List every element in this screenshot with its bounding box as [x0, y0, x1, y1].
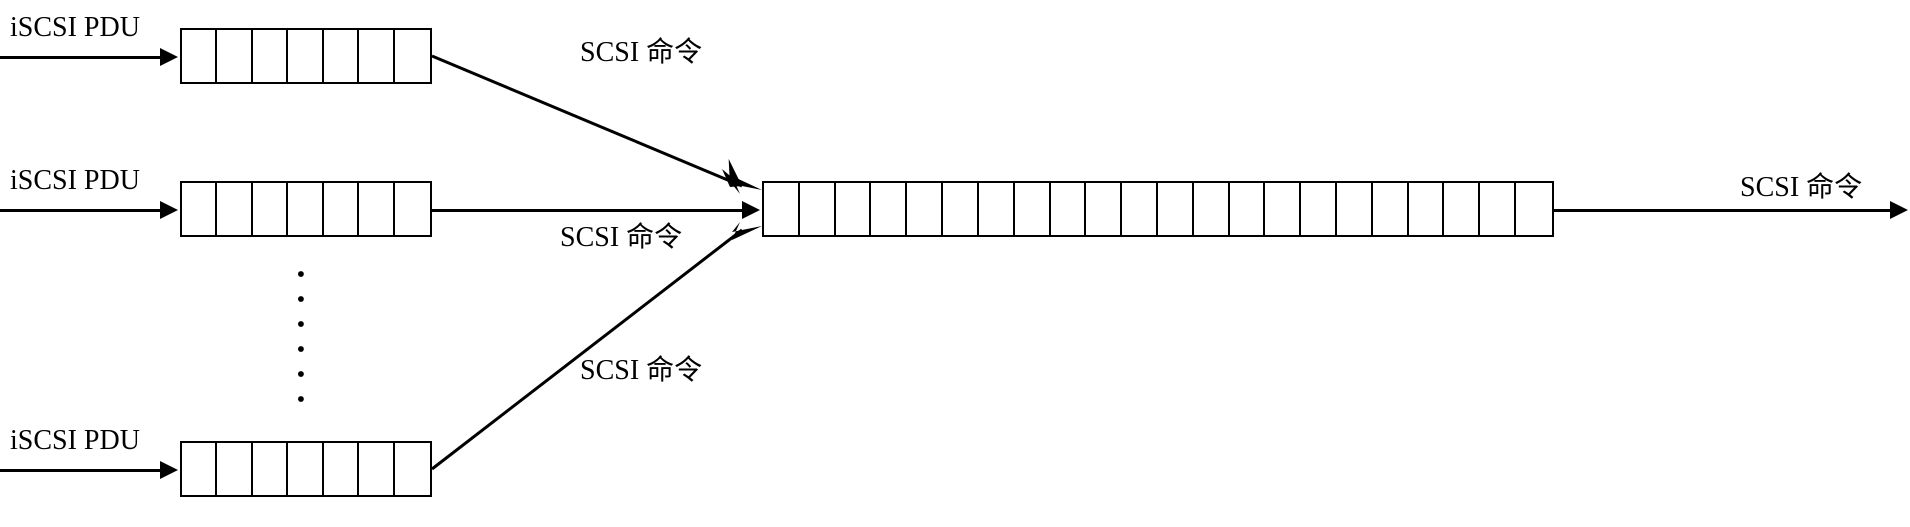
input-arrow-1-line — [0, 56, 160, 59]
queue-1 — [180, 28, 432, 84]
input-arrow-1-head — [160, 48, 178, 66]
connector-3 — [432, 220, 762, 470]
input-arrow-3-line — [0, 469, 160, 472]
input-label-1: iSCSI PDU — [10, 12, 140, 44]
input-arrow-2-line — [0, 209, 160, 212]
connector-3-head — [732, 210, 762, 240]
large-queue — [762, 181, 1554, 237]
output-arrow-line — [1554, 209, 1890, 212]
input-label-3: iSCSI PDU — [10, 425, 140, 457]
connector-2-line — [432, 209, 742, 212]
input-arrow-2-head — [160, 201, 178, 219]
output-label: SCSI 命令 — [1740, 165, 1862, 205]
queue-2 — [180, 181, 432, 237]
connector-1 — [432, 56, 762, 206]
input-label-2: iSCSI PDU — [10, 165, 140, 197]
queue-3 — [180, 441, 432, 497]
output-arrow-head — [1890, 201, 1908, 219]
ellipsis-dots: · · · · · · — [296, 268, 306, 407]
input-arrow-3-head — [160, 461, 178, 479]
